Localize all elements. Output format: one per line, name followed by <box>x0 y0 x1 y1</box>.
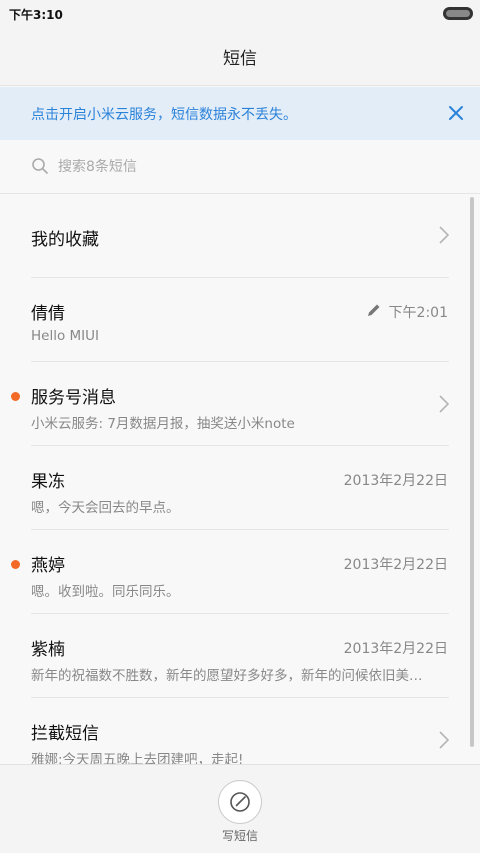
conversation-list: 我的收藏 倩倩 下午2:01 Hello MIUI 服务号消息 小米云服务: 7… <box>0 194 480 764</box>
message-preview: 雅娜:今天周五晚上去团建吧，走起! <box>31 752 244 764</box>
message-time: 下午2:01 <box>388 305 448 321</box>
message-preview: Hello MIUI <box>31 328 100 344</box>
cloud-service-banner[interactable]: 点击开启小米云服务，短信数据永不丢失。 <box>0 87 480 140</box>
status-time: 下午3:10 <box>9 8 63 22</box>
search-bar <box>0 140 480 194</box>
page-title: 短信 <box>223 49 257 69</box>
favorites-label: 我的收藏 <box>31 230 99 250</box>
blocked-messages-row[interactable]: 拦截短信 雅娜:今天周五晚上去团建吧，走起! <box>0 698 480 764</box>
conversation-row[interactable]: 果冻 2013年2月22日 嗯，今天会回去的早点。 <box>0 446 480 530</box>
contact-name: 倩倩 <box>31 304 65 324</box>
contact-name: 拦截短信 <box>31 724 99 744</box>
close-icon[interactable] <box>446 103 466 123</box>
battery-icon <box>443 7 473 20</box>
message-preview: 嗯。收到啦。同乐同乐。 <box>31 584 180 600</box>
contact-name: 燕婷 <box>31 556 65 576</box>
status-bar: 下午3:10 <box>0 0 480 28</box>
message-preview: 小米云服务: 7月数据月报，抽奖送小米note <box>31 416 295 432</box>
conversation-row[interactable]: 服务号消息 小米云服务: 7月数据月报，抽奖送小米note <box>0 362 480 446</box>
favorites-row[interactable]: 我的收藏 <box>0 194 480 278</box>
bottom-bar: 写短信 <box>0 764 480 853</box>
message-preview: 新年的祝福数不胜数，新年的愿望好多好多，新年的问候依旧美… <box>31 668 423 684</box>
compose-button[interactable] <box>218 780 262 824</box>
contact-name: 紫楠 <box>31 640 65 660</box>
scrollbar[interactable] <box>470 197 474 747</box>
chevron-right-icon <box>439 731 450 749</box>
chevron-right-icon <box>439 395 450 413</box>
conversation-row[interactable]: 倩倩 下午2:01 Hello MIUI <box>0 278 480 362</box>
message-date: 2013年2月22日 <box>343 641 448 657</box>
search-icon <box>32 158 48 174</box>
message-preview: 嗯，今天会回去的早点。 <box>31 500 180 516</box>
unread-dot <box>11 392 20 401</box>
conversation-row[interactable]: 燕婷 2013年2月22日 嗯。收到啦。同乐同乐。 <box>0 530 480 614</box>
unread-dot <box>11 560 20 569</box>
message-date: 2013年2月22日 <box>343 557 448 573</box>
chevron-right-icon <box>439 226 450 244</box>
draft-pencil-icon <box>368 304 380 316</box>
banner-text[interactable]: 点击开启小米云服务，短信数据永不丢失。 <box>31 104 297 124</box>
compose-label[interactable]: 写短信 <box>0 827 480 844</box>
search-input[interactable] <box>58 155 438 179</box>
message-date: 2013年2月22日 <box>343 473 448 489</box>
contact-name: 服务号消息 <box>31 388 116 408</box>
conversation-row[interactable]: 紫楠 2013年2月22日 新年的祝福数不胜数，新年的愿望好多好多，新年的问候依… <box>0 614 480 698</box>
compose-icon <box>230 792 250 812</box>
app-header: 短信 <box>0 28 480 86</box>
contact-name: 果冻 <box>31 472 65 492</box>
